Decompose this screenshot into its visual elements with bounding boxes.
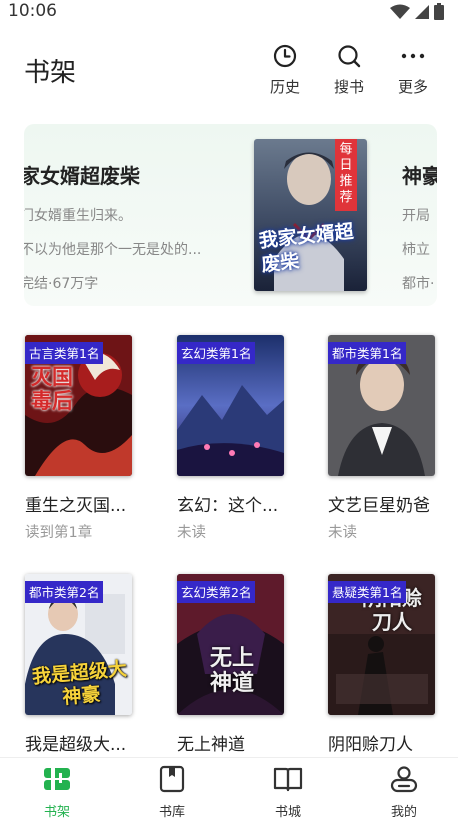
book-title: 我是超级大... [25,735,127,755]
status-time: 10:06 [8,1,57,21]
rank-badge: 玄幻类第1名 [177,342,256,364]
book-cover[interactable]: 阴阳赊刀人 悬疑类第1名 [328,574,435,715]
search-books-label: 搜书 [333,78,364,96]
banner-prev-desc2: 不以为他是那个一无是处的... [24,242,202,258]
book-cover[interactable]: 无上神道 玄幻类第2名 [177,574,284,715]
book-cover-title: 灭国毒后 [31,365,73,413]
nav-profile-label: 我的 [390,805,417,820]
battery-icon [434,3,444,20]
page-title: 书架 [24,58,77,88]
bottom-nav: 书架 书库 书城 我的 [0,757,458,820]
banner-cover[interactable]: 每日推荐 我家女婿超废柴 [254,139,367,291]
banner-prev-desc1: 门女婿重生归来。 [24,208,132,224]
banner-next-desc1: 开局 [402,208,430,224]
reading-status: 未读 [328,525,357,541]
banner-next-title: 神豪 [402,164,437,188]
search-books-button[interactable]: 搜书 [324,42,374,97]
rank-badge: 悬疑类第1名 [328,581,407,603]
bookshelf-icon [44,768,70,790]
more-dots-icon [401,53,425,59]
nav-bookshelf[interactable]: 书架 [17,764,97,820]
book-cover[interactable]: 灭国毒后 古言类第1名 [25,335,132,476]
recommend-banner[interactable]: 家女婿超废柴 门女婿重生归来。 不以为他是那个一无是处的... 完结·67万字 … [24,124,437,306]
banner-next-meta: 都市· [402,276,435,292]
nav-profile[interactable]: 我的 [364,764,444,820]
wifi-icon [390,4,410,19]
signal-icon [415,4,429,19]
book-item[interactable]: 都市类第1名 文艺巨星奶爸 未读 [328,335,440,542]
rank-badge: 都市类第2名 [25,581,104,603]
more-label: 更多 [397,78,428,96]
banner-prev-title: 家女婿超废柴 [24,164,140,188]
open-book-icon [273,767,303,792]
history-label: 历史 [269,78,300,96]
nav-bookstore-label: 书城 [274,805,301,820]
book-cover[interactable]: 都市类第1名 [328,335,435,476]
profile-icon [390,766,418,793]
library-icon [159,765,185,793]
daily-recommend-badge: 每日推荐 [335,139,357,211]
book-item[interactable]: 玄幻类第1名 玄幻：这个... 未读 [177,335,289,542]
status-icons [390,3,444,20]
book-item[interactable]: 无上神道 玄幻类第2名 无上神道 [177,574,289,755]
nav-library[interactable]: 书库 [132,764,212,820]
nav-library-label: 书库 [158,805,185,820]
book-cover[interactable]: 我是超级大神豪 都市类第2名 [25,574,132,715]
rank-badge: 都市类第1名 [328,342,407,364]
book-item[interactable]: 灭国毒后 古言类第1名 重生之灭国... 读到第1章 [25,335,137,542]
banner-prev-meta: 完结·67万字 [24,276,99,292]
book-item[interactable]: 阴阳赊刀人 悬疑类第1名 阴阳赊刀人 [328,574,440,755]
history-button[interactable]: 历史 [260,42,310,97]
book-cover-title: 我是超级大神豪 [31,657,128,709]
rank-badge: 古言类第1名 [25,342,104,364]
book-title: 玄幻：这个... [177,496,279,516]
reading-status: 读到第1章 [25,525,93,541]
more-button[interactable]: 更多 [388,42,438,97]
book-title: 重生之灭国... [25,496,127,516]
banner-next-book[interactable]: 神豪 开局 柿立 都市· [402,160,437,293]
search-icon [338,45,361,68]
book-title: 文艺巨星奶爸 [328,496,430,516]
status-bar: 10:06 [0,0,458,24]
book-title: 无上神道 [177,735,245,755]
book-title: 阴阳赊刀人 [328,735,413,755]
nav-bookstore[interactable]: 书城 [248,764,328,820]
book-cover[interactable]: 玄幻类第1名 [177,335,284,476]
banner-next-desc2: 柿立 [402,242,430,258]
reading-status: 未读 [177,525,206,541]
rank-badge: 玄幻类第2名 [177,581,256,603]
clock-icon [273,44,297,68]
book-cover-title: 无上神道 [209,646,254,696]
book-item[interactable]: 我是超级大神豪 都市类第2名 我是超级大... [25,574,137,755]
banner-prev-book[interactable]: 家女婿超废柴 门女婿重生归来。 不以为他是那个一无是处的... 完结·67万字 [24,160,201,293]
nav-bookshelf-label: 书架 [43,805,70,820]
